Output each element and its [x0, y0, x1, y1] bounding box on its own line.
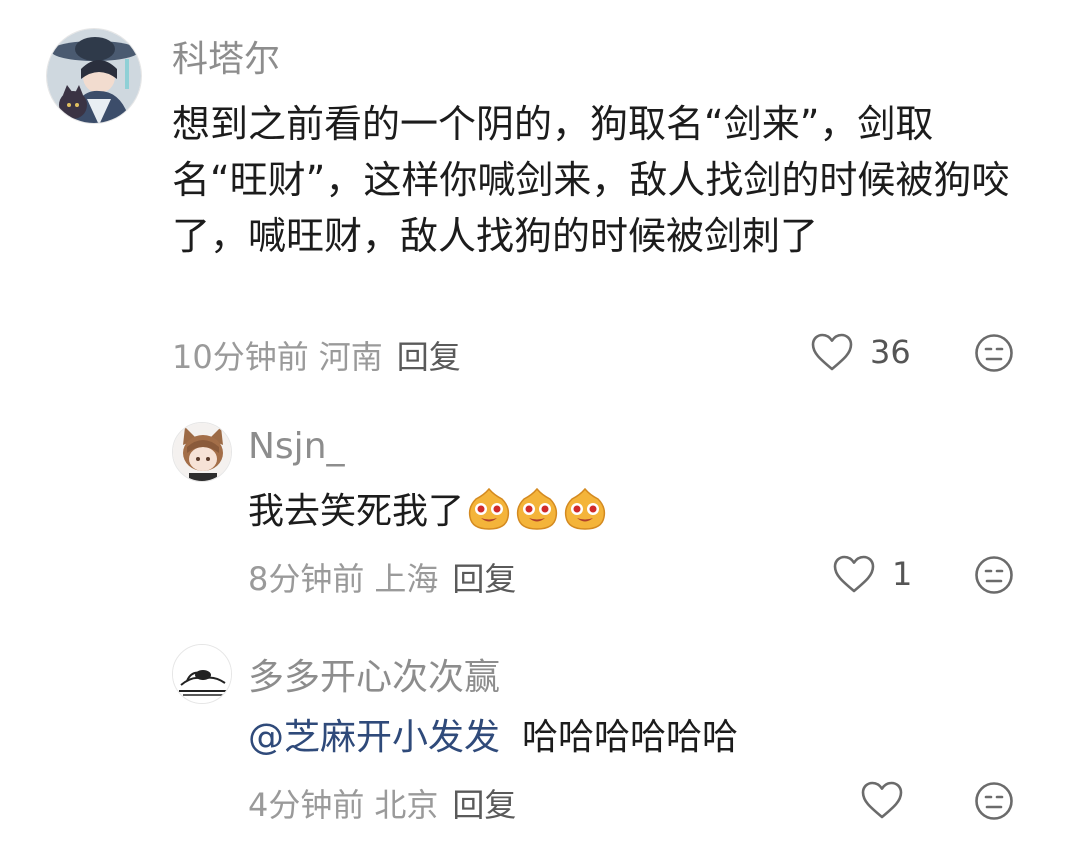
heart-outline-icon	[811, 333, 853, 371]
comment-location: 北京	[374, 786, 439, 824]
dislike-button[interactable]	[974, 333, 1014, 377]
dislike-button[interactable]	[974, 781, 1014, 825]
meh-face-icon	[975, 782, 1013, 820]
laughing-face-emoji-icon	[468, 487, 510, 530]
comment-text-line: 我去笑死我了	[248, 484, 1028, 540]
comment-time: 8分钟前	[248, 560, 365, 598]
laughing-face-emoji-icon	[564, 487, 606, 530]
like-count: 36	[870, 333, 911, 371]
emoji-group	[466, 485, 608, 531]
like-button[interactable]	[860, 780, 904, 820]
comment-author[interactable]: 多多开心次次赢	[248, 648, 500, 700]
mention-link[interactable]: @芝麻开小发发	[248, 717, 500, 758]
like-button[interactable]: 1	[832, 554, 912, 594]
comment-text-line: @芝麻开小发发 哈哈哈哈哈哈	[248, 710, 1028, 766]
avatar[interactable]	[46, 28, 142, 124]
reply-button[interactable]: 回复	[397, 338, 461, 376]
dislike-button[interactable]	[974, 555, 1014, 599]
sleeping-doodle-avatar-icon	[173, 645, 231, 703]
meh-face-icon	[975, 556, 1013, 594]
comment-meta: 10分钟前 河南 回复	[172, 332, 461, 378]
laughing-face-emoji-icon	[516, 487, 558, 530]
like-button[interactable]: 36	[810, 332, 911, 372]
reply-item: 多多开心次次赢 @芝麻开小发发 哈哈哈哈哈哈 4分钟前 北京 回复	[0, 632, 1080, 842]
heart-outline-icon	[861, 781, 903, 819]
avatar[interactable]	[172, 422, 232, 482]
comment-text: 哈哈哈哈哈哈	[522, 717, 739, 758]
comment-text: 想到之前看的一个阴的，狗取名“剑来”，剑取名“旺财”，这样你喊剑来，敌人找剑的时…	[172, 102, 1010, 258]
comment-author[interactable]: 科塔尔	[172, 30, 280, 82]
comment-meta: 4分钟前 北京 回复	[248, 780, 516, 826]
anime-boy-cat-ears-avatar-icon	[173, 423, 231, 481]
like-count: 1	[892, 555, 913, 593]
comment-time: 10分钟前	[172, 338, 309, 376]
reply-button[interactable]: 回复	[452, 560, 516, 598]
comment-meta: 8分钟前 上海 回复	[248, 554, 516, 600]
avatar[interactable]	[172, 644, 232, 704]
reply-button[interactable]: 回复	[452, 786, 516, 824]
heart-outline-icon	[833, 555, 875, 593]
comment-item: 科塔尔 想到之前看的一个阴的，狗取名“剑来”，剑取名“旺财”，这样你喊剑来，敌人…	[0, 0, 1080, 390]
comment-location: 河南	[318, 338, 383, 376]
anime-character-avatar-icon	[47, 29, 141, 123]
meh-face-icon	[975, 334, 1013, 372]
comment-author[interactable]: Nsjn_	[248, 426, 345, 467]
comment-text: 我去笑死我了	[248, 491, 465, 532]
reply-item: Nsjn_ 我去笑死我了 8分钟前 上海 回复 1	[0, 410, 1080, 610]
comment-location: 上海	[374, 560, 439, 598]
comment-time: 4分钟前	[248, 786, 365, 824]
